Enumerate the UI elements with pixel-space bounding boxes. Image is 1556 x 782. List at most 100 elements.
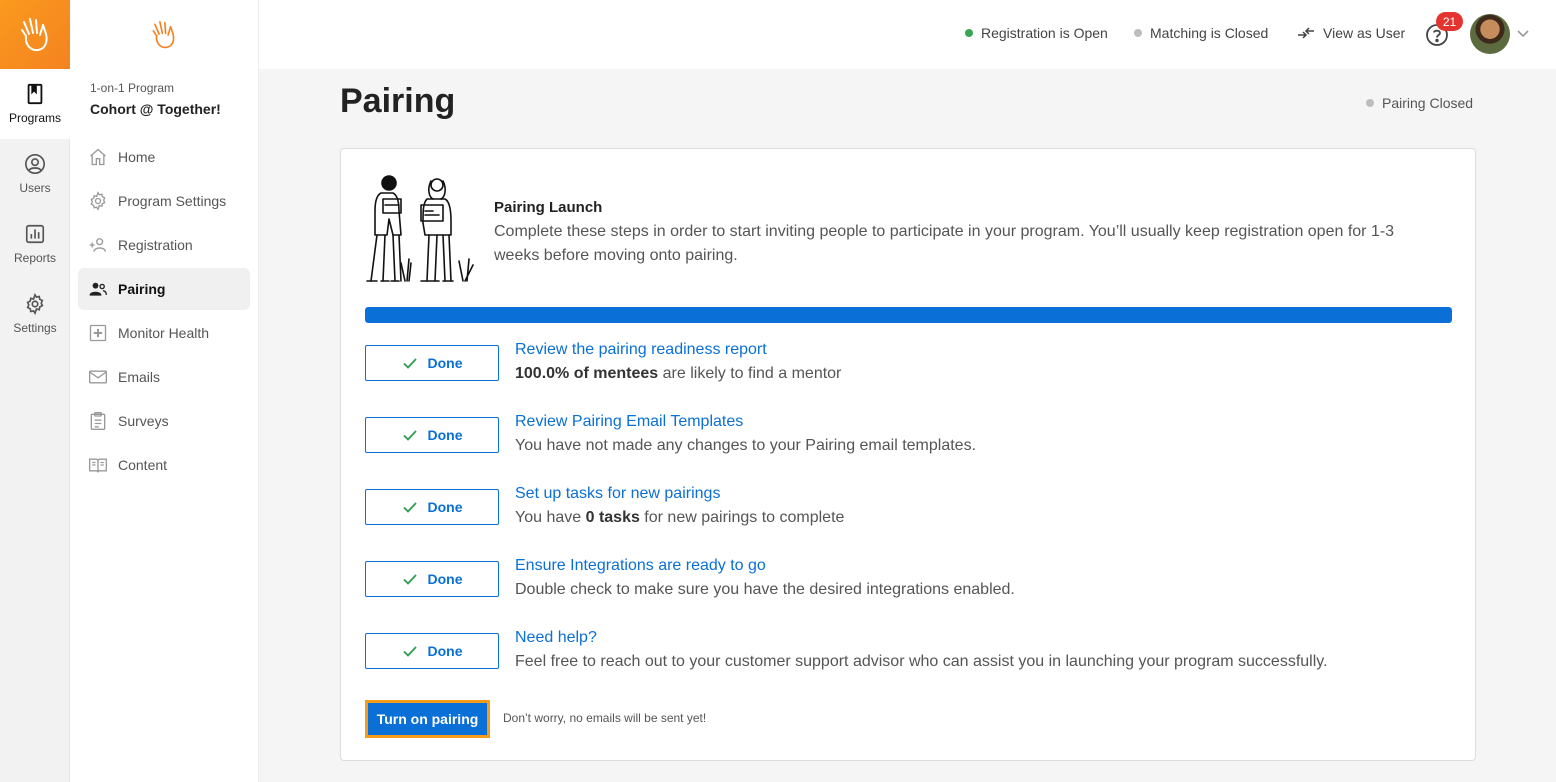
step-link-tasks[interactable]: Set up tasks for new pairings	[515, 485, 720, 503]
notification-badge[interactable]: 21	[1436, 12, 1463, 31]
step-description: 100.0% of mentees are likely to find a m…	[515, 365, 841, 383]
nav-label: Content	[118, 457, 168, 473]
nav-item-program-settings[interactable]: Program Settings	[78, 180, 250, 222]
matching-status-text: Matching is Closed	[1150, 25, 1269, 41]
plus-square-icon	[89, 324, 107, 342]
done-button[interactable]: Done	[365, 561, 499, 597]
launch-progress-fill	[365, 307, 1452, 323]
step-need-help: Done Need help? Feel free to reach out t…	[365, 629, 1445, 683]
step-description: Feel free to reach out to your customer …	[515, 653, 1328, 670]
home-icon	[90, 148, 106, 166]
turn-on-pairing-button[interactable]: Turn on pairing	[365, 700, 490, 738]
done-label: Done	[427, 571, 463, 587]
chevron-down-icon[interactable]	[1516, 26, 1530, 40]
program-nav: Home Program Settings Registration Pairi…	[78, 136, 250, 488]
program-type: 1-on-1 Program	[90, 81, 175, 95]
rail-item-settings[interactable]: Settings	[0, 279, 70, 349]
bar-chart-icon	[25, 224, 45, 244]
swap-arrows-icon	[1298, 27, 1314, 39]
check-icon	[402, 646, 417, 657]
nav-item-registration[interactable]: Registration	[78, 224, 250, 266]
pairing-status-text: Pairing Closed	[1382, 95, 1474, 111]
registration-status: Registration is Open	[965, 25, 1108, 41]
step-desc-bold: 0 tasks	[585, 509, 640, 526]
app-rail: Programs Users Reports Settings	[0, 0, 70, 782]
status-dot-icon	[1366, 99, 1374, 107]
nav-label: Pairing	[118, 281, 166, 297]
hand-logo-icon	[152, 20, 175, 48]
matching-status: Matching is Closed	[1134, 25, 1268, 41]
step-tasks: Done Set up tasks for new pairings You h…	[365, 485, 1445, 539]
launch-description: Complete these steps in order to start i…	[494, 223, 1395, 264]
done-button[interactable]: Done	[365, 489, 499, 525]
done-button[interactable]: Done	[365, 417, 499, 453]
rail-label: Reports	[13, 251, 57, 265]
check-icon	[402, 430, 417, 441]
rail-label: Settings	[13, 321, 57, 335]
check-icon	[402, 574, 417, 585]
nav-item-monitor-health[interactable]: Monitor Health	[78, 312, 250, 354]
page-title: Pairing	[340, 82, 456, 120]
nav-item-surveys[interactable]: Surveys	[78, 400, 250, 442]
program-sidebar: 1-on-1 Program Cohort @ Together! Home P…	[70, 0, 259, 782]
view-as-user-button[interactable]: View as User	[1297, 25, 1405, 41]
gear-icon	[26, 293, 44, 315]
nav-label: Monitor Health	[118, 325, 210, 341]
check-icon	[402, 358, 417, 369]
nav-label: Home	[118, 149, 156, 165]
rail-label: Programs	[8, 111, 61, 125]
hand-logo-icon	[21, 17, 48, 51]
launch-title: Pairing Launch	[494, 199, 603, 216]
step-desc-bold: 100.0% of mentees	[515, 365, 659, 382]
step-link-need-help[interactable]: Need help?	[515, 629, 597, 647]
nav-item-emails[interactable]: Emails	[78, 356, 250, 398]
rail-item-users[interactable]: Users	[0, 139, 70, 209]
status-dot-icon	[965, 29, 973, 37]
status-dot-icon	[1134, 29, 1142, 37]
top-bar: Registration is Open Matching is Closed …	[259, 0, 1556, 69]
step-link-readiness-report[interactable]: Review the pairing readiness report	[515, 341, 767, 359]
people-holding-boxes-illustration	[366, 175, 474, 282]
gear-icon	[90, 191, 106, 211]
nav-item-home[interactable]: Home	[78, 136, 250, 178]
done-label: Done	[427, 355, 463, 371]
view-as-user-label: View as User	[1323, 25, 1406, 41]
nav-label: Surveys	[118, 413, 169, 429]
step-readiness-report: Done Review the pairing readiness report…	[365, 341, 1445, 395]
add-user-icon	[89, 238, 107, 252]
pairing-status: Pairing Closed	[1366, 95, 1473, 111]
app-logo[interactable]	[0, 0, 70, 69]
clipboard-icon	[90, 412, 106, 430]
rail-item-reports[interactable]: Reports	[0, 209, 70, 279]
rail-label: Users	[19, 181, 51, 195]
done-label: Done	[427, 499, 463, 515]
avatar[interactable]	[1470, 14, 1510, 54]
launch-progress-bar	[365, 307, 1452, 323]
program-logo	[70, 0, 258, 69]
done-button[interactable]: Done	[365, 345, 499, 381]
bookmark-icon	[27, 83, 43, 105]
step-desc-pre: You have	[515, 509, 586, 526]
user-circle-icon	[25, 154, 45, 174]
done-button[interactable]: Done	[365, 633, 499, 669]
no-emails-note: Don’t worry, no emails will be sent yet!	[503, 711, 707, 725]
step-integrations: Done Ensure Integrations are ready to go…	[365, 557, 1445, 611]
pairing-launch-card: Pairing Launch Complete these steps in o…	[340, 148, 1476, 761]
nav-item-pairing[interactable]: Pairing	[78, 268, 250, 310]
step-email-templates: Done Review Pairing Email Templates You …	[365, 413, 1445, 467]
step-desc-rest: are likely to find a mentor	[658, 365, 842, 382]
step-link-integrations[interactable]: Ensure Integrations are ready to go	[515, 557, 766, 575]
rail-item-programs[interactable]: Programs	[0, 69, 70, 139]
step-desc-rest: for new pairings to complete	[639, 509, 845, 526]
done-label: Done	[427, 427, 463, 443]
program-name: Cohort @ Together!	[90, 101, 221, 117]
nav-item-content[interactable]: Content	[78, 444, 250, 486]
nav-label: Program Settings	[118, 193, 227, 209]
step-description: You have not made any changes to your Pa…	[515, 437, 977, 454]
nav-label: Registration	[118, 237, 193, 253]
step-description: You have 0 tasks for new pairings to com…	[515, 509, 844, 527]
step-link-email-templates[interactable]: Review Pairing Email Templates	[515, 413, 743, 431]
check-icon	[402, 502, 417, 513]
people-icon	[89, 282, 107, 296]
done-label: Done	[427, 643, 463, 659]
